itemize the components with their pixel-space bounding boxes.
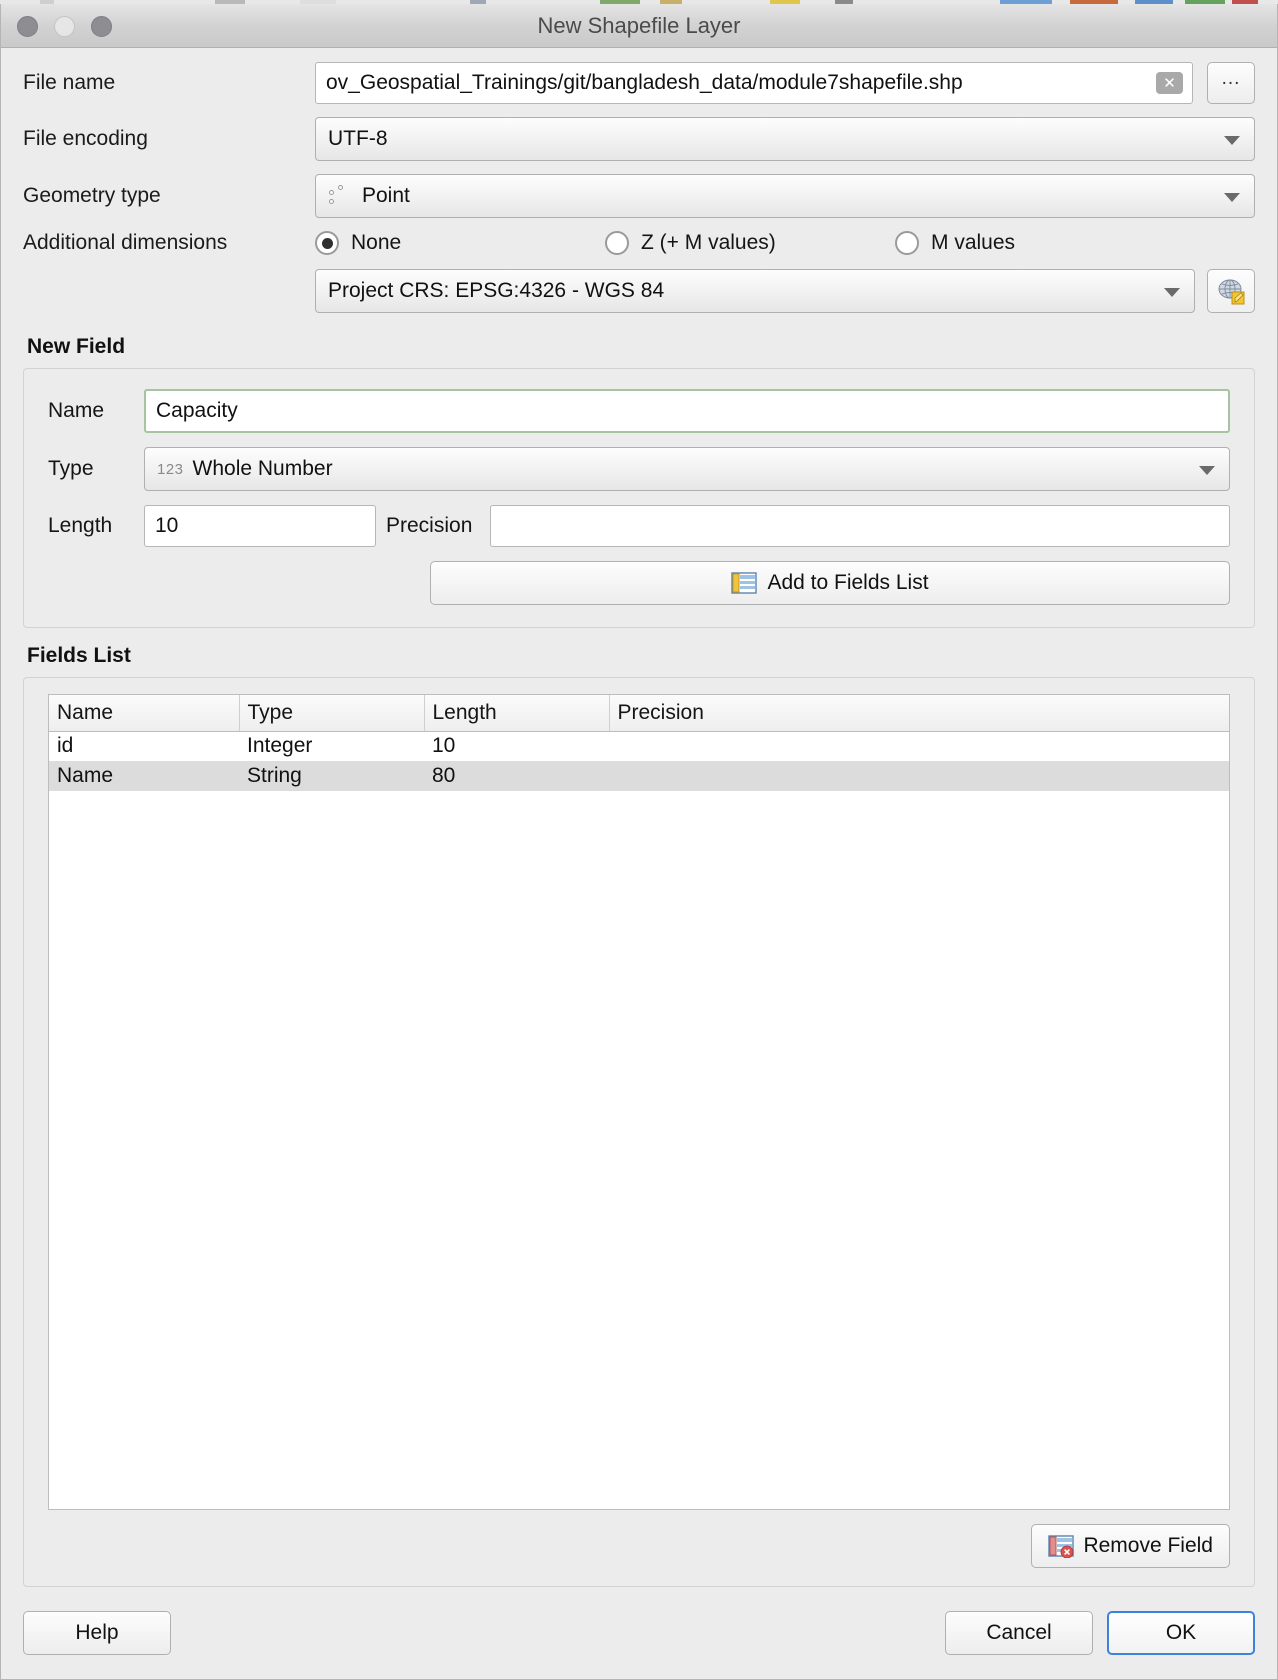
ok-button[interactable]: OK — [1107, 1611, 1255, 1655]
chevron-down-icon — [1164, 288, 1180, 297]
column-header-type[interactable]: Type — [239, 695, 425, 732]
cell-type: Integer — [247, 734, 313, 758]
cell-type: String — [239, 761, 424, 791]
new-field-group: Name Capacity Type 123 Whole Number Leng… — [23, 368, 1255, 628]
cell-name: Name — [49, 761, 239, 791]
fields-list-group: Name Type Length Precision id Integer 10 — [23, 677, 1255, 1587]
cell-length: 80 — [424, 761, 609, 791]
crs-value: Project CRS: EPSG:4326 - WGS 84 — [328, 279, 665, 302]
new-field-name-row: Name Capacity — [48, 389, 1230, 433]
radio-m-icon[interactable] — [895, 231, 919, 255]
file-name-label: File name — [23, 71, 116, 94]
new-field-type-row: Type 123 Whole Number — [48, 447, 1230, 491]
window-titlebar: New Shapefile Layer — [1, 4, 1277, 48]
fields-list-title: Fields List — [27, 644, 131, 667]
new-field-title: New Field — [27, 335, 126, 358]
file-encoding-select[interactable]: UTF-8 — [315, 117, 1255, 161]
crs-row: Project CRS: EPSG:4326 - WGS 84 — [23, 269, 1255, 313]
radio-z-icon[interactable] — [605, 231, 629, 255]
column-header-length[interactable]: Length — [424, 695, 610, 732]
add-to-fields-list-label: Add to Fields List — [767, 571, 929, 594]
chevron-down-icon — [1199, 466, 1215, 475]
new-field-precision-label: Precision — [386, 514, 473, 537]
help-button[interactable]: Help — [23, 1611, 171, 1655]
whole-number-icon: 123 — [157, 460, 184, 478]
cell-precision — [609, 731, 1229, 761]
chevron-down-icon — [1224, 193, 1240, 202]
globe-crs-icon — [1218, 279, 1245, 305]
file-name-input[interactable]: ov_Geospatial_Trainings/git/bangladesh_d… — [315, 62, 1193, 104]
file-encoding-value: UTF-8 — [328, 127, 388, 150]
dimension-option-none-label: None — [351, 231, 402, 254]
new-field-name-input[interactable]: Capacity — [144, 389, 1230, 433]
dimension-option-m[interactable]: M values — [895, 231, 1015, 255]
chevron-down-icon — [1224, 136, 1240, 145]
geometry-type-value: Point — [362, 184, 410, 207]
new-field-length-label: Length — [48, 514, 113, 537]
new-field-type-select[interactable]: 123 Whole Number — [144, 447, 1230, 491]
column-header-name[interactable]: Name — [49, 695, 240, 732]
dimension-option-z-label: Z (+ M values) — [641, 231, 776, 254]
geometry-type-select[interactable]: Point — [315, 174, 1255, 218]
cell-length: 10 — [432, 734, 456, 758]
radio-none-icon[interactable] — [315, 231, 339, 255]
cell-name: id — [57, 734, 74, 758]
point-geometry-icon — [328, 185, 354, 207]
column-header-precision[interactable]: Precision — [609, 695, 1229, 732]
add-to-fields-list-button[interactable]: Add to Fields List — [430, 561, 1230, 605]
dimension-option-m-label: M values — [931, 231, 1016, 254]
remove-field-label: Remove Field — [1083, 1534, 1213, 1557]
remove-field-icon — [1048, 1535, 1075, 1558]
window-title: New Shapefile Layer — [537, 13, 741, 38]
new-field-name-label: Name — [48, 399, 105, 422]
additional-dimensions-row: Additional dimensions None Z (+ M values… — [23, 231, 1255, 255]
fields-table-header: Name Type Length Precision — [49, 695, 1229, 732]
geometry-type-label: Geometry type — [23, 184, 161, 207]
cancel-button[interactable]: Cancel — [945, 1611, 1093, 1655]
crs-select[interactable]: Project CRS: EPSG:4326 - WGS 84 — [315, 269, 1195, 313]
add-field-icon — [731, 572, 758, 594]
geometry-type-row: Geometry type Point — [23, 174, 1255, 218]
remove-field-row: Remove Field — [48, 1524, 1230, 1568]
dimension-option-none[interactable]: None — [315, 231, 605, 255]
table-row[interactable]: id Integer 10 — [49, 731, 1229, 761]
new-field-length-input[interactable]: 10 — [144, 505, 376, 547]
add-field-row: Add to Fields List — [48, 561, 1230, 605]
new-field-type-label: Type — [48, 457, 94, 480]
new-field-length-row: Length 10 Precision — [48, 505, 1230, 547]
dimension-option-z[interactable]: Z (+ M values) — [605, 231, 895, 255]
file-encoding-row: File encoding UTF-8 — [23, 117, 1255, 161]
browse-file-button[interactable]: ... — [1207, 62, 1255, 104]
cell-precision — [609, 761, 1229, 791]
clear-x-icon[interactable]: ✕ — [1156, 72, 1183, 94]
additional-dimensions-label: Additional dimensions — [23, 231, 228, 254]
file-name-row: File name ov_Geospatial_Trainings/git/ba… — [23, 62, 1255, 104]
remove-field-button[interactable]: Remove Field — [1031, 1524, 1230, 1568]
fields-table[interactable]: Name Type Length Precision id Integer 10 — [48, 694, 1230, 1510]
file-encoding-label: File encoding — [23, 127, 148, 150]
new-field-precision-input[interactable] — [490, 505, 1230, 547]
table-row[interactable]: Name String 80 — [49, 761, 1229, 791]
new-shapefile-layer-dialog: New Shapefile Layer File name ov_Geospat… — [0, 4, 1278, 1680]
new-field-type-value: Whole Number — [192, 457, 333, 480]
select-crs-button[interactable] — [1207, 269, 1255, 313]
dialog-footer: Help Cancel OK — [1, 1587, 1277, 1679]
